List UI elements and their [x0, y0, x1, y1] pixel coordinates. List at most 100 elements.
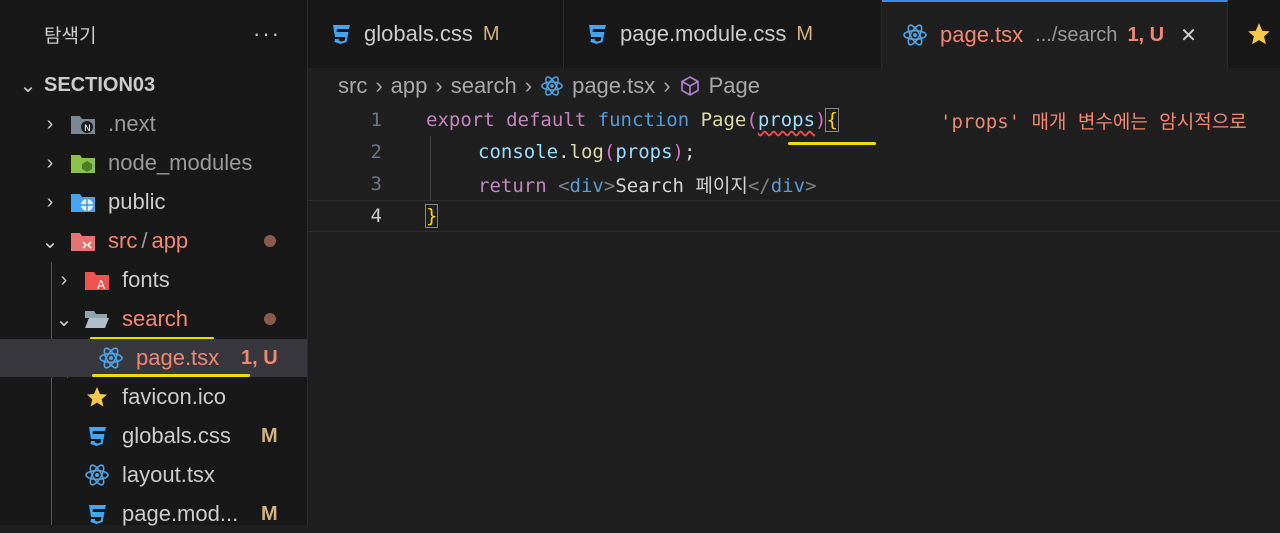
tab-globals-css[interactable]: globals.css M	[308, 0, 564, 68]
tree-item-favicon[interactable]: favicon.ico	[0, 378, 307, 416]
indent-guide	[430, 136, 431, 200]
tree-item-label: src	[108, 228, 138, 253]
tree-item-page-tsx[interactable]: page.tsx 1, U	[0, 339, 307, 377]
token-angle: <	[558, 174, 570, 197]
explorer-sidebar: 탐색기 ··· ⌄ SECTION03 › N .next › node_mod…	[0, 0, 308, 526]
token-angle: >	[603, 174, 616, 197]
svg-text:N: N	[84, 124, 91, 134]
token-function: function	[597, 109, 690, 131]
chevron-right-icon: ›	[46, 112, 54, 135]
token-brace: }	[424, 204, 439, 228]
breadcrumb-symbol[interactable]: Page	[709, 73, 760, 99]
token-console: console	[478, 141, 559, 163]
tree-item-label: fonts	[122, 267, 170, 292]
token-jsx-text: Search 페이지	[615, 174, 748, 197]
tree-item-label: page.tsx	[136, 345, 220, 370]
token-return: return	[478, 174, 547, 197]
src-folder-icon	[70, 228, 96, 254]
tree-item-layout-tsx[interactable]: layout.tsx	[0, 456, 307, 494]
cube-icon	[679, 75, 701, 97]
star-icon	[1246, 21, 1272, 47]
explorer-title: 탐색기	[44, 25, 97, 47]
tab-page-module-css[interactable]: page.module.css M	[564, 0, 882, 68]
token-paren: )	[815, 109, 827, 131]
token-log: log	[569, 141, 604, 163]
problem-badge: 1, U	[1127, 23, 1165, 46]
code-editor[interactable]: 1 export default function Page(props){ '…	[308, 104, 1280, 525]
star-icon	[84, 384, 110, 410]
modified-dot	[264, 235, 276, 247]
section-header[interactable]: ⌄ SECTION03	[0, 66, 307, 104]
tree-item-node-modules[interactable]: › node_modules	[0, 144, 307, 182]
token-props: props	[615, 141, 673, 163]
breadcrumb-app[interactable]: app	[391, 73, 428, 99]
chevron-down-icon: ⌄	[41, 230, 59, 253]
breadcrumb-src[interactable]: src	[338, 73, 367, 99]
chevron-right-icon: ›	[435, 73, 443, 98]
css-icon	[84, 501, 110, 527]
tree-item-label-2: app	[151, 228, 189, 253]
tree-item-globals-css[interactable]: globals.css M	[0, 417, 307, 455]
tree-item-search[interactable]: ⌄ search	[0, 300, 307, 338]
modified-badge: M	[796, 22, 813, 45]
line-number: 3	[370, 173, 382, 195]
token-semicolon: ;	[683, 141, 696, 163]
public-folder-icon	[70, 189, 96, 215]
token-function-name: Page	[700, 109, 747, 131]
code-line-4: 4 }	[308, 200, 1280, 232]
chevron-down-icon: ⌄	[55, 308, 73, 331]
code-line-3: 3 return <div>Search 페이지</div>	[308, 168, 1280, 200]
tree-item-public[interactable]: › public	[0, 183, 307, 221]
tree-item-label: .next	[108, 111, 156, 136]
react-icon	[84, 462, 110, 488]
token-paren: )	[672, 141, 684, 163]
code-line-2: 2 console.log(props);	[308, 136, 1280, 168]
chevron-right-icon: ›	[46, 190, 54, 213]
tree-item-fonts[interactable]: › A fonts	[0, 261, 307, 299]
line-number: 1	[370, 109, 382, 131]
tree-item-label: favicon.ico	[122, 384, 226, 409]
section-title: SECTION03	[44, 73, 156, 96]
tab-path: .../search	[1035, 23, 1118, 46]
breadcrumb-search[interactable]: search	[451, 73, 517, 99]
token-export: export	[426, 109, 495, 131]
inline-error-message: 'props' 매개 변수에는 암시적으로	[940, 110, 1247, 133]
tree-item-src-app[interactable]: ⌄ src / app	[0, 222, 307, 260]
problem-badge: 1, U	[241, 346, 278, 369]
react-icon	[902, 22, 928, 48]
modified-badge: M	[482, 22, 500, 45]
css-icon	[330, 22, 352, 46]
close-icon[interactable]: ✕	[1180, 23, 1197, 48]
svg-text:A: A	[97, 278, 106, 291]
chevron-right-icon: ›	[375, 73, 383, 98]
token-dot: .	[558, 141, 570, 163]
tab-favicon[interactable]	[1228, 0, 1280, 68]
line-number: 4	[370, 205, 382, 227]
more-actions-icon[interactable]: ···	[253, 21, 281, 47]
modified-badge: M	[261, 502, 278, 525]
tree-item-label: globals.css	[122, 423, 231, 448]
modified-badge: M	[261, 424, 278, 447]
editor-tab-bar: globals.css M page.module.css M page.tsx…	[308, 0, 1280, 68]
tree-item-label: public	[108, 189, 166, 214]
next-folder-icon: N	[70, 111, 96, 137]
css-icon	[586, 22, 608, 46]
tree-item-next[interactable]: › N .next	[0, 105, 307, 143]
tab-label: globals.css	[364, 21, 473, 46]
modified-dot	[264, 313, 276, 325]
tree-item-page-module-css[interactable]: page.mod... M	[0, 495, 307, 533]
token-brace: {	[825, 108, 839, 132]
explorer-header: 탐색기 ···	[0, 0, 307, 68]
tree-item-label: search	[122, 306, 189, 331]
token-angle: </	[747, 174, 771, 197]
token-default: default	[506, 109, 587, 131]
breadcrumb-file[interactable]: page.tsx	[572, 73, 655, 99]
line-number: 2	[370, 141, 382, 163]
chevron-right-icon: ›	[663, 73, 671, 98]
token-tag: div	[770, 174, 806, 197]
chevron-right-icon: ›	[46, 151, 54, 174]
tree-item-label: page.mod...	[122, 501, 239, 526]
token-param-error[interactable]: props	[758, 109, 815, 131]
tree-item-label: layout.tsx	[122, 462, 215, 487]
tab-page-tsx[interactable]: page.tsx .../search 1, U ✕	[882, 0, 1228, 68]
